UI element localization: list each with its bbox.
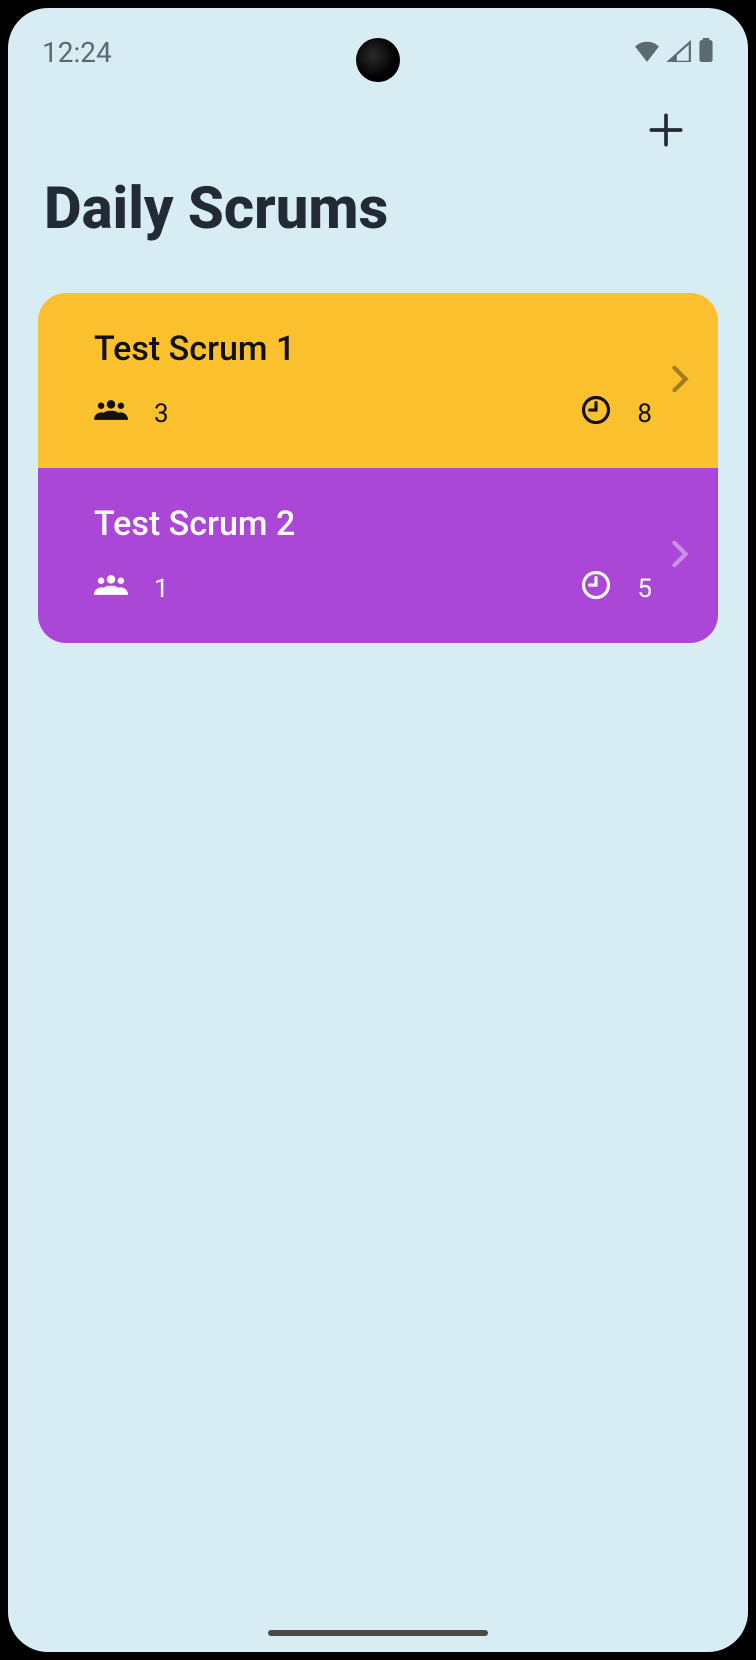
scrum-title: Test Scrum 1 — [94, 329, 652, 369]
cell-signal-icon — [666, 36, 692, 69]
nav-handle[interactable] — [268, 1630, 488, 1636]
clock-icon — [581, 570, 611, 607]
page-title: Daily Scrums — [8, 175, 748, 243]
duration-value: 8 — [637, 399, 652, 429]
scrum-list: Test Scrum 1 3 8 — [38, 293, 718, 643]
scrum-card[interactable]: Test Scrum 1 3 8 — [38, 293, 718, 468]
duration-stat: 5 — [581, 570, 652, 607]
clock-icon — [581, 395, 611, 432]
camera-notch — [356, 38, 400, 82]
status-indicators — [634, 36, 714, 69]
chevron-right-icon — [652, 540, 690, 572]
attendee-stat: 1 — [94, 572, 581, 605]
plus-icon — [644, 140, 688, 155]
add-button[interactable] — [644, 108, 688, 155]
duration-stat: 8 — [581, 395, 652, 432]
attendee-count: 1 — [154, 574, 169, 604]
scrum-title: Test Scrum 2 — [94, 504, 652, 544]
scrum-card[interactable]: Test Scrum 2 1 5 — [38, 468, 718, 643]
people-icon — [94, 397, 128, 430]
attendee-count: 3 — [154, 399, 169, 429]
attendee-stat: 3 — [94, 397, 581, 430]
people-icon — [94, 572, 128, 605]
battery-icon — [698, 36, 714, 69]
duration-value: 5 — [637, 574, 652, 604]
status-time: 12:24 — [42, 36, 112, 69]
wifi-icon — [634, 36, 660, 69]
chevron-right-icon — [652, 365, 690, 397]
toolbar — [8, 78, 748, 165]
